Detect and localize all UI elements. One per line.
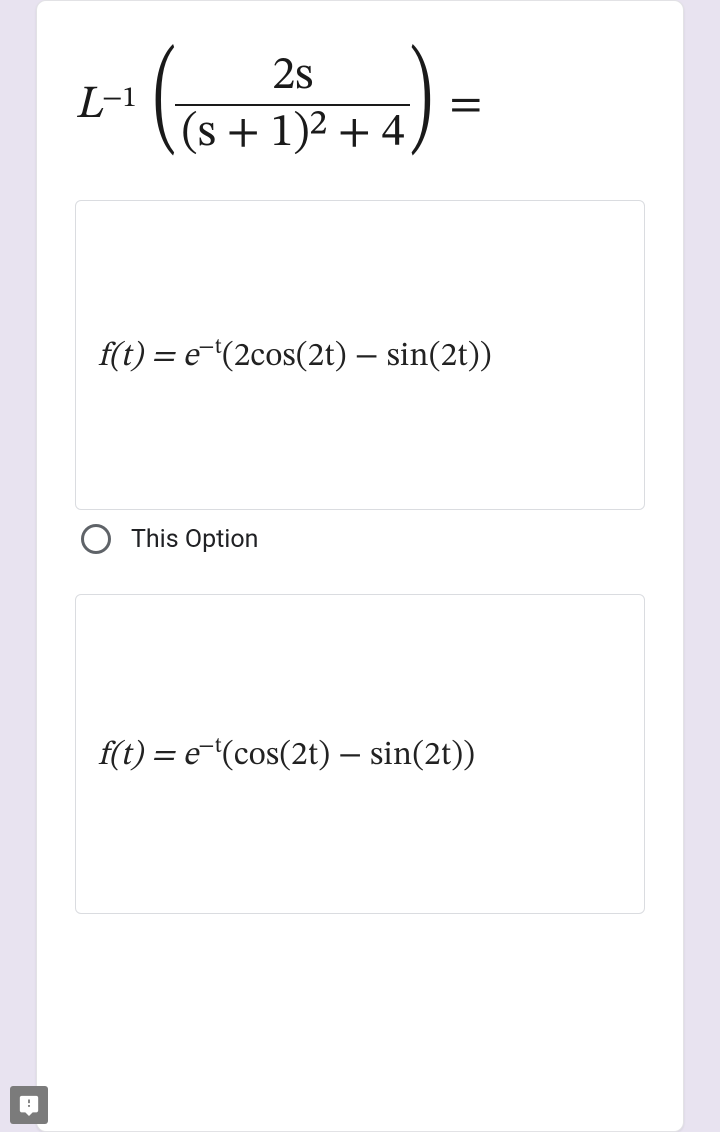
radio-option-1[interactable]: This Option bbox=[75, 510, 645, 568]
operator-exponent: −1 bbox=[102, 81, 137, 117]
option-2-lhs: f(t) = e bbox=[98, 739, 198, 772]
report-problem-icon bbox=[18, 1094, 40, 1116]
option-1-exp: −t bbox=[198, 337, 222, 359]
operator-L: L bbox=[75, 76, 102, 134]
radio-option-1-label: This Option bbox=[131, 525, 258, 554]
option-1-rhs: (2cos(2t) − sin(2t)) bbox=[222, 340, 492, 373]
right-paren: ) bbox=[410, 54, 433, 150]
option-2-exp: −t bbox=[198, 736, 222, 758]
fraction-denominator: (s + 1)² + 4 bbox=[175, 106, 410, 161]
answer-option-1: f(t) = e−t(2cos(2t) − sin(2t)) bbox=[75, 200, 645, 510]
option-1-formula: f(t) = e−t(2cos(2t) − sin(2t)) bbox=[76, 334, 508, 377]
option-1-lhs: f(t) = e bbox=[98, 340, 198, 373]
equals-sign: = bbox=[449, 76, 482, 134]
answer-option-2: f(t) = e−t(cos(2t) − sin(2t)) bbox=[75, 594, 645, 914]
radio-circle-icon bbox=[81, 524, 111, 554]
fraction: 2s (s + 1)² + 4 bbox=[175, 49, 410, 160]
report-problem-button[interactable] bbox=[10, 1086, 48, 1124]
card-content: L −1 ( 2s (s + 1)² + 4 ) = f(t) = e−t(2c… bbox=[37, 1, 683, 914]
option-2-rhs: (cos(2t) − sin(2t)) bbox=[222, 739, 475, 772]
question-card: L −1 ( 2s (s + 1)² + 4 ) = f(t) = e−t(2c… bbox=[36, 0, 684, 1132]
fraction-numerator: 2s bbox=[266, 49, 319, 104]
left-paren: ( bbox=[152, 54, 175, 150]
question-equation: L −1 ( 2s (s + 1)² + 4 ) = bbox=[75, 49, 645, 160]
option-2-formula: f(t) = e−t(cos(2t) − sin(2t)) bbox=[76, 733, 491, 776]
